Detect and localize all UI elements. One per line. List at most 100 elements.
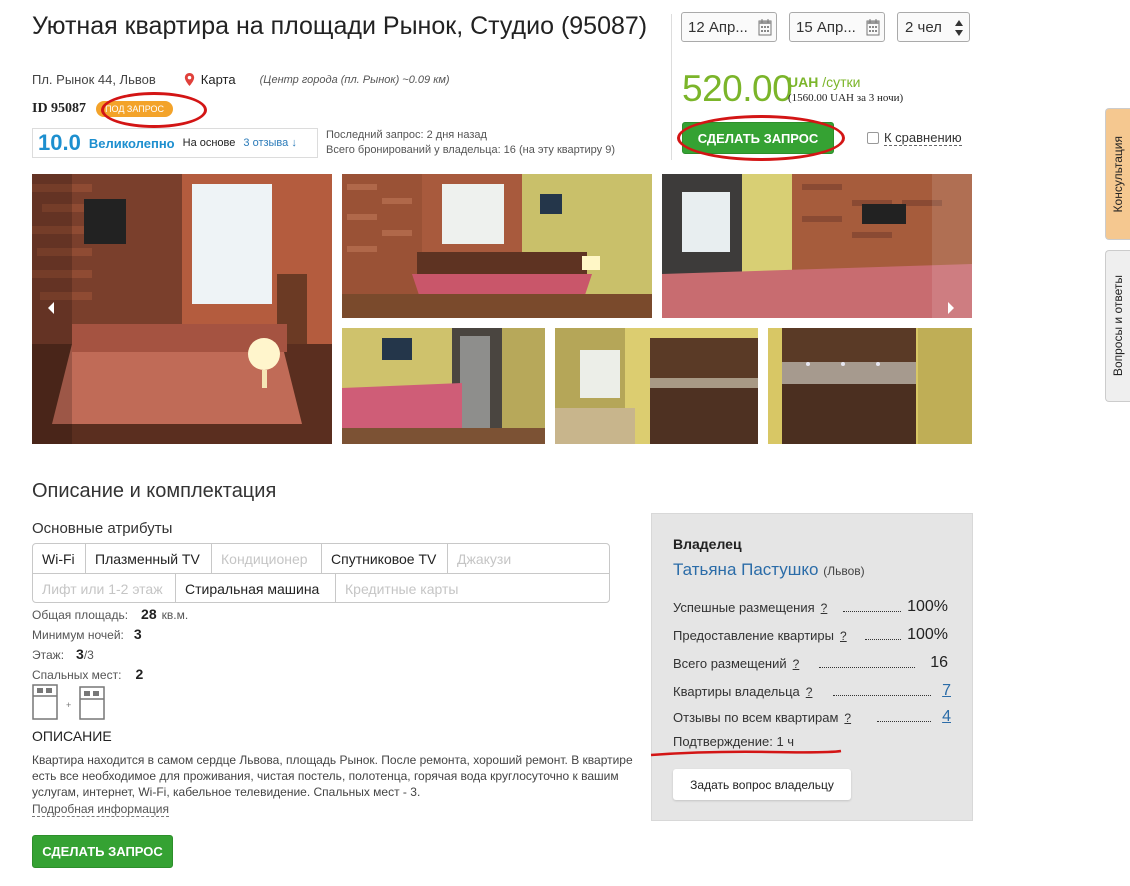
dot-leader (865, 639, 901, 640)
calendar-icon[interactable] (866, 18, 880, 36)
owner-stat-row: Квартиры владельца? 7 (673, 681, 951, 701)
per-night: /сутки (822, 74, 861, 90)
make-request-button-bottom[interactable]: СДЕЛАТЬ ЗАПРОС (32, 835, 173, 868)
owner-name-link[interactable]: Татьяна Пастушко (673, 560, 819, 579)
help-mark-icon[interactable]: ? (821, 601, 828, 615)
amenity-air-conditioner: Кондиционер (212, 544, 322, 573)
fact-min-nights: Минимум ночей: 3 (32, 626, 142, 642)
owner-city: (Львов) (823, 564, 865, 578)
price-value: 520.00 (682, 68, 793, 109)
gallery-photo-2[interactable] (342, 174, 652, 318)
help-mark-icon[interactable]: ? (844, 711, 851, 725)
consultation-tab-label: Консультация (1111, 135, 1125, 213)
more-info-link[interactable]: Подробная информация (32, 802, 169, 817)
on-request-badge: ПОД ЗАПРОС (96, 101, 174, 117)
help-mark-icon[interactable]: ? (806, 685, 813, 699)
calendar-icon[interactable] (758, 18, 772, 36)
price-unit: UAH /сутки (788, 74, 860, 90)
fact-floor: Этаж: 3 /3 (32, 646, 94, 662)
owner-stat-label: Предоставление квартиры? (673, 628, 847, 643)
beds-label: Спальных мест: (32, 668, 122, 682)
address-line: Пл. Рынок 44, Львов Карта (Центр города … (32, 72, 450, 87)
owner-reviews-link[interactable]: 4 (942, 708, 951, 726)
owner-stat-row: Отзывы по всем квартирам? 4 (673, 707, 951, 727)
floor-value: 3 (76, 646, 84, 662)
address-text: Пл. Рынок 44, Львов (32, 72, 156, 87)
price-total: (1560.00 UAH за 3 ночи) (788, 92, 904, 104)
last-request-text: Последний запрос: 2 дня назад (326, 129, 487, 141)
dot-leader (877, 721, 931, 722)
owner-stat-label: Успешные размещения? (673, 600, 828, 615)
map-pin-icon[interactable] (184, 73, 195, 86)
floor-total: /3 (83, 648, 94, 662)
area-unit: кв.м. (161, 608, 189, 622)
gallery-photo-main[interactable] (32, 174, 332, 444)
map-link[interactable]: Карта (201, 72, 236, 87)
check-out-date-field[interactable]: 15 Апр... (789, 12, 885, 42)
listing-id: ID 95087 (32, 101, 87, 116)
dot-leader (819, 667, 915, 668)
ask-owner-button[interactable]: Задать вопрос владельцу (673, 769, 851, 800)
gallery-prev-arrow-icon[interactable] (46, 301, 56, 315)
amenity-washing-machine: Стиральная машина (176, 574, 336, 603)
rating-basis: На основе (182, 137, 236, 149)
section-title-description: Описание и комплектация (32, 480, 277, 502)
dot-leader (833, 695, 931, 696)
owner-stat-row: Предоставление квартиры? 100% (673, 625, 951, 645)
gallery-photo-5[interactable] (555, 328, 758, 444)
rating-word: Великолепно (88, 135, 175, 151)
min-nights-label: Минимум ночей: (32, 628, 124, 642)
consultation-tab[interactable]: Консультация (1105, 108, 1130, 240)
header-divider (671, 14, 672, 160)
faq-tab[interactable]: Вопросы и ответы (1105, 250, 1130, 402)
description-text: Квартира находится в самом сердце Львова… (32, 753, 633, 799)
confirmation-time: Подтверждение: 1 ч (673, 734, 795, 749)
gallery-photo-6[interactable] (768, 328, 972, 444)
listing-id-line: ID 95087 ПОД ЗАПРОС (32, 101, 174, 117)
bed-configuration-icon: + (32, 684, 105, 720)
check-in-date-field[interactable]: 12 Апр... (681, 12, 777, 42)
attributes-title: Основные атрибуты (32, 520, 173, 537)
amenity-elevator: Лифт или 1-2 этаж (33, 574, 176, 603)
description-heading: ОПИСАНИЕ (32, 728, 112, 744)
owner-apartments-link[interactable]: 7 (942, 682, 951, 700)
svg-text:+: + (66, 700, 71, 710)
make-request-button[interactable]: СДЕЛАТЬ ЗАПРОС (682, 122, 834, 154)
owner-stat-label: Отзывы по всем квартирам? (673, 710, 852, 725)
amenities-table: Wi-Fi Плазменный TV Кондиционер Спутнико… (32, 543, 610, 603)
compare-toggle[interactable]: К сравнению (867, 130, 962, 146)
beds-value: 2 (135, 666, 144, 682)
owner-stat-row: Всего размещений? 16 (673, 653, 951, 673)
amenity-credit-cards: Кредитные карты (345, 580, 459, 597)
reviews-link[interactable]: 3 отзыва ↓ (243, 137, 296, 149)
compare-checkbox[interactable] (867, 132, 879, 144)
center-distance-note: (Центр города (пл. Рынок) ~0.09 км) (259, 73, 450, 86)
owner-stat-label: Всего размещений? (673, 656, 800, 671)
gallery-photo-3[interactable] (662, 174, 972, 318)
owner-panel: Владелец Татьяна Пастушко (Львов) Успешн… (651, 513, 973, 821)
currency: UAH (788, 74, 819, 90)
gallery-photo-4[interactable] (342, 328, 545, 444)
owner-stat-value: 16 (930, 654, 948, 671)
amenity-plasma-tv: Плазменный TV (86, 544, 212, 573)
bookings-count-text: Всего бронирований у владельца: 16 (на э… (326, 144, 616, 156)
guests-select[interactable]: 2 чел (897, 12, 970, 42)
annotation-underline (650, 749, 842, 757)
rating-score: 10.0 (38, 130, 81, 155)
owner-stat-label: Квартиры владельца? (673, 684, 813, 699)
compare-label[interactable]: К сравнению (884, 130, 962, 146)
fact-sleeping-places: Спальных мест: 2 (32, 666, 143, 682)
min-nights-value: 3 (133, 626, 142, 642)
help-mark-icon[interactable]: ? (840, 629, 847, 643)
owner-stat-row: Успешные размещения? 100% (673, 597, 951, 617)
amenity-jacuzzi: Джакузи (457, 550, 512, 567)
help-mark-icon[interactable]: ? (793, 657, 800, 671)
page-title: Уютная квартира на площади Рынок, Студио… (32, 12, 648, 40)
owner-label: Владелец (673, 536, 742, 552)
faq-tab-label: Вопросы и ответы (1111, 275, 1125, 377)
guests-value: 2 чел (905, 18, 942, 36)
amenity-satellite-tv: Спутниковое TV (322, 544, 448, 573)
area-value: 28 (141, 606, 157, 622)
stepper-arrows-icon[interactable] (954, 19, 964, 37)
gallery-next-arrow-icon[interactable] (946, 301, 956, 315)
